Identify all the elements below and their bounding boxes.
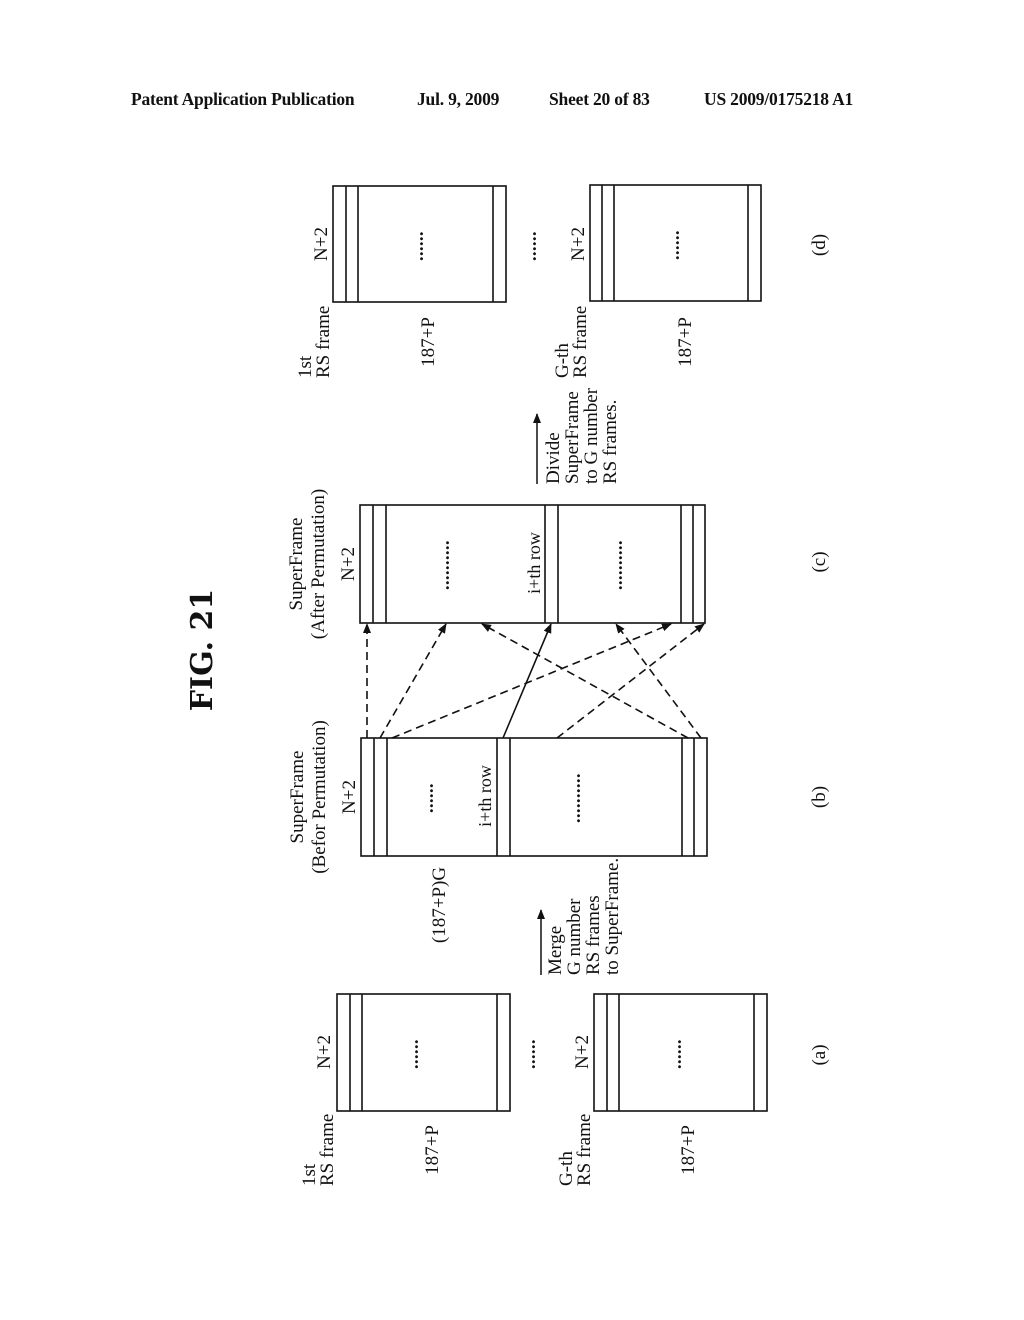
cols-label: (187+P)G — [429, 867, 450, 943]
cols-label: 187+P — [678, 1125, 699, 1175]
frame-ellipsis: ...... — [407, 231, 427, 261]
panel-b: ...... .......... i+th row N+2 SuperFram… — [287, 720, 830, 943]
merge-line2: G number — [564, 898, 585, 975]
superframe-title-line1: SuperFrame — [287, 751, 308, 844]
panel-caption: (a) — [809, 1044, 830, 1065]
panel-a: ...... N+2 1st RS frame 187+P ...... ...… — [299, 993, 830, 1186]
rows-label: N+2 — [314, 1035, 335, 1069]
between-frames-ellipsis: ...... — [519, 1039, 539, 1069]
cols-label: 187+P — [675, 317, 696, 367]
cols-label: 187+P — [422, 1125, 443, 1175]
frame-ellipsis: ...... — [665, 1039, 685, 1069]
figure-title: FIG. 21 — [185, 589, 220, 712]
fig21-diagram: FIG. 21 ...... N+2 1st RS frame 187+P ..… — [185, 184, 830, 1186]
permutation-arrow-ith-row — [502, 623, 552, 739]
superframe-ellipsis-left: .......... — [433, 540, 453, 590]
superframe-ellipsis-right: .......... — [606, 540, 626, 590]
divide-line3: to G number — [581, 387, 602, 484]
permutation-arrow — [481, 623, 689, 739]
permutation-arrow — [556, 623, 705, 739]
merge-line3: RS frames — [583, 895, 604, 975]
superframe-ellipsis-left: ...... — [417, 783, 437, 813]
superframe-title-line1: SuperFrame — [286, 518, 307, 611]
superframe-title-line2: (After Permutation) — [308, 489, 329, 639]
rows-label: N+2 — [338, 547, 359, 581]
frame-name-line2: RS frame — [317, 1114, 338, 1186]
divide-step: Divide SuperFrame to G number RS frames. — [533, 387, 621, 484]
rows-label: N+2 — [568, 227, 589, 261]
rows-label: N+2 — [572, 1035, 593, 1069]
divide-line1: Divide — [543, 432, 564, 484]
frame-name-line2: RS frame — [574, 1114, 595, 1186]
panel-caption: (b) — [809, 786, 830, 808]
frame-ellipsis: ...... — [663, 230, 683, 260]
rows-label: N+2 — [339, 780, 360, 814]
superframe-before-permutation — [360, 737, 708, 857]
frame-name-line2: RS frame — [313, 306, 334, 378]
rs-frame-a-1st — [336, 993, 511, 1112]
merge-step: Merge G number RS frames to SuperFrame. — [537, 858, 623, 975]
divide-line2: SuperFrame — [562, 391, 583, 484]
panel-caption: (d) — [809, 234, 830, 256]
superframe-title-line2: (Befor Permutation) — [309, 720, 330, 874]
between-frames-ellipsis: ...... — [520, 231, 540, 261]
panel-d: ...... N+2 1st RS frame 187+P ...... ...… — [295, 184, 830, 378]
panel-caption: (c) — [809, 551, 830, 572]
frame-name-line2: RS frame — [570, 306, 591, 378]
cols-label: 187+P — [418, 317, 439, 367]
permutation-arrow — [615, 623, 702, 739]
rows-label: N+2 — [311, 227, 332, 261]
merge-line1: Merge — [545, 926, 566, 975]
permutation-arrow — [379, 623, 447, 739]
divide-line4: RS frames. — [600, 400, 621, 484]
merge-line4: to SuperFrame. — [602, 858, 623, 975]
permutation-arrows — [363, 623, 705, 739]
frame-ellipsis: ...... — [402, 1039, 422, 1069]
row-marker: i+th row — [475, 765, 495, 827]
row-marker: i+th row — [524, 532, 544, 594]
panel-c: .......... .......... i+th row N+2 Super… — [286, 489, 830, 639]
superframe-ellipsis-right: .......... — [564, 773, 584, 823]
